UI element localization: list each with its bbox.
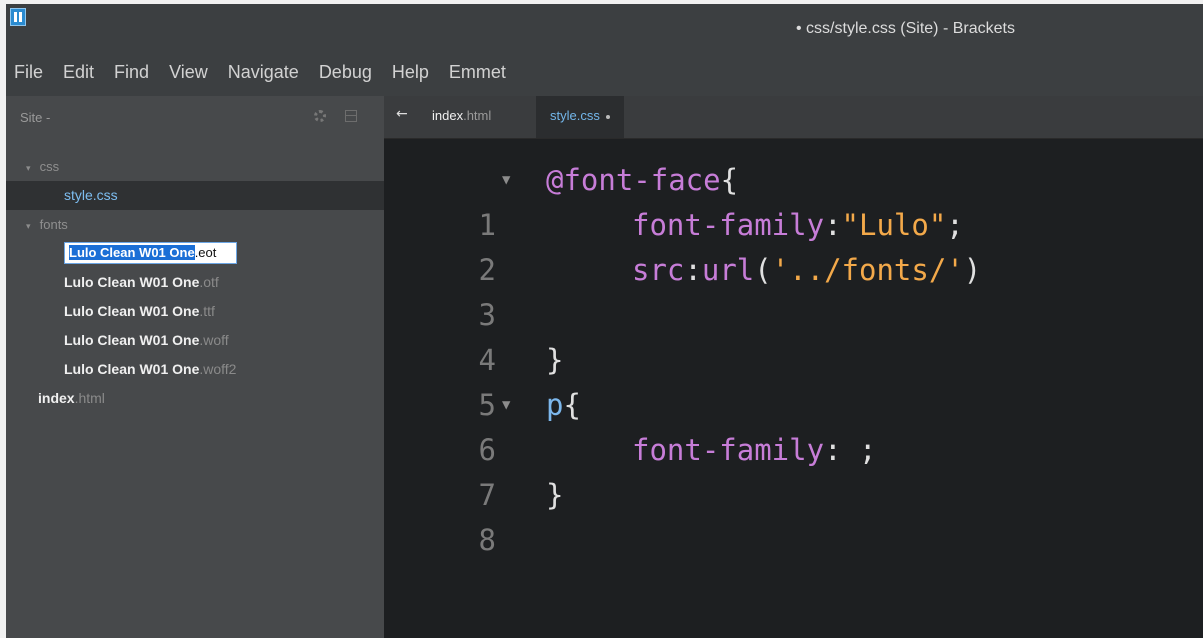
- back-arrow-icon[interactable]: ←: [396, 106, 408, 122]
- sidebar: Site - ▾ css style.css ▾ fonts Lulo Clea…: [6, 96, 384, 638]
- menu-bar: File Edit Find View Navigate Debug Help …: [6, 48, 1203, 96]
- sidebar-header: Site -: [6, 96, 384, 136]
- tab-label: style.css: [550, 108, 600, 123]
- menu-find[interactable]: Find: [114, 62, 149, 83]
- code-line: 5 }: [384, 338, 1203, 422]
- menu-view[interactable]: View: [169, 62, 208, 83]
- caret-down-icon: ▾: [26, 163, 31, 173]
- folder-label: fonts: [39, 217, 68, 232]
- line-content: }: [546, 338, 563, 383]
- line-content: src:url('../fonts/'): [632, 248, 981, 293]
- gear-icon[interactable]: [314, 110, 326, 122]
- tab-style-css[interactable]: style.css: [536, 96, 624, 138]
- rename-selection: Lulo Clean W01 One: [69, 245, 195, 261]
- token: url: [701, 253, 755, 287]
- file-base: Lulo Clean W01 One: [64, 303, 200, 319]
- token: src: [632, 253, 685, 287]
- menu-help[interactable]: Help: [392, 62, 429, 83]
- line-content: }: [546, 473, 563, 518]
- rename-extension: .eot: [194, 245, 217, 261]
- token: font-family: [632, 208, 825, 242]
- tab-base: index: [432, 108, 464, 123]
- menu-file[interactable]: File: [14, 62, 43, 83]
- tab-ext: .html: [463, 108, 492, 123]
- file-ext: .woff2: [199, 361, 237, 377]
- file-ext: .woff: [199, 332, 229, 348]
- menu-edit[interactable]: Edit: [63, 62, 94, 83]
- code-lines: 1 ▼ @font-face{ 2 font-family:"Lulo"; 3 …: [384, 158, 1203, 557]
- file-label: style.css: [64, 187, 118, 203]
- window-title: • css/style.css (Site) - Brackets: [796, 20, 1015, 37]
- fold-toggle-icon[interactable]: ▼: [502, 383, 510, 428]
- token: }: [546, 478, 564, 512]
- token: font-family: [632, 433, 825, 467]
- token: {: [563, 388, 581, 422]
- token: @font-face: [546, 163, 721, 197]
- token: : ;: [824, 433, 877, 467]
- file-ext: .otf: [199, 274, 219, 290]
- code-line: 1 ▼ @font-face{: [384, 158, 1203, 242]
- folder-label: css: [39, 159, 60, 174]
- token: p: [546, 388, 564, 422]
- token: ;: [946, 208, 964, 242]
- code-line: 8 }: [384, 473, 1203, 557]
- token: "Lulo": [841, 208, 947, 242]
- code-line: 2 font-family:"Lulo";: [384, 203, 1203, 287]
- token: (: [754, 253, 772, 287]
- file-woff[interactable]: Lulo Clean W01 One.woff: [6, 326, 384, 355]
- code-line: 6 ▼ p{: [384, 383, 1203, 467]
- file-ext: .html: [74, 390, 105, 406]
- file-base: Lulo Clean W01 One: [64, 274, 200, 290]
- code-editor[interactable]: ← index.html style.css 1 ▼ @font-face{ 2…: [384, 96, 1203, 638]
- tab-bar: ← index.html style.css: [384, 96, 1203, 139]
- folder-fonts[interactable]: ▾ fonts: [6, 210, 384, 239]
- file-index-html[interactable]: index.html: [6, 384, 384, 413]
- brackets-app-icon[interactable]: [10, 8, 26, 26]
- file-style-css[interactable]: style.css: [6, 181, 384, 210]
- title-bar: • css/style.css (Site) - Brackets: [6, 4, 1203, 48]
- menu-navigate[interactable]: Navigate: [228, 62, 299, 83]
- line-number: 8: [478, 523, 496, 557]
- file-tree: ▾ css style.css ▾ fonts Lulo Clean W01 O…: [6, 152, 384, 413]
- token: }: [546, 343, 564, 377]
- folder-css[interactable]: ▾ css: [6, 152, 384, 181]
- line-content: @font-face{: [546, 158, 738, 203]
- project-selector[interactable]: Site -: [20, 110, 50, 125]
- token: {: [720, 163, 739, 197]
- file-base: index: [38, 390, 75, 406]
- code-line: 4: [384, 293, 1203, 377]
- token: '../fonts/': [771, 253, 964, 287]
- file-base: Lulo Clean W01 One: [64, 332, 200, 348]
- token: :: [824, 208, 842, 242]
- rename-input[interactable]: Lulo Clean W01 One.eot: [64, 242, 238, 265]
- line-content: font-family: ;: [632, 428, 876, 473]
- file-otf[interactable]: Lulo Clean W01 One.otf: [6, 268, 384, 297]
- menu-debug[interactable]: Debug: [319, 62, 372, 83]
- line-content: p{: [546, 383, 581, 428]
- file-ttf[interactable]: Lulo Clean W01 One.ttf: [6, 297, 384, 326]
- caret-down-icon: ▾: [26, 221, 31, 231]
- file-rename-row[interactable]: Lulo Clean W01 One.eot: [6, 239, 384, 268]
- file-woff2[interactable]: Lulo Clean W01 One.woff2: [6, 355, 384, 384]
- split-view-icon[interactable]: [345, 110, 357, 122]
- fold-toggle-icon[interactable]: ▼: [502, 158, 510, 203]
- token: :: [684, 253, 702, 287]
- menu-emmet[interactable]: Emmet: [449, 62, 506, 83]
- token: ): [963, 253, 982, 287]
- code-line: 3 src:url('../fonts/'): [384, 248, 1203, 332]
- file-base: Lulo Clean W01 One: [64, 361, 200, 377]
- tab-index-html[interactable]: index.html: [432, 108, 491, 123]
- file-ext: .ttf: [199, 303, 215, 319]
- code-line: 7 font-family: ;: [384, 428, 1203, 512]
- line-content: font-family:"Lulo";: [632, 203, 964, 248]
- brackets-window: • css/style.css (Site) - Brackets File E…: [6, 4, 1203, 638]
- unsaved-dot-icon: [605, 114, 610, 119]
